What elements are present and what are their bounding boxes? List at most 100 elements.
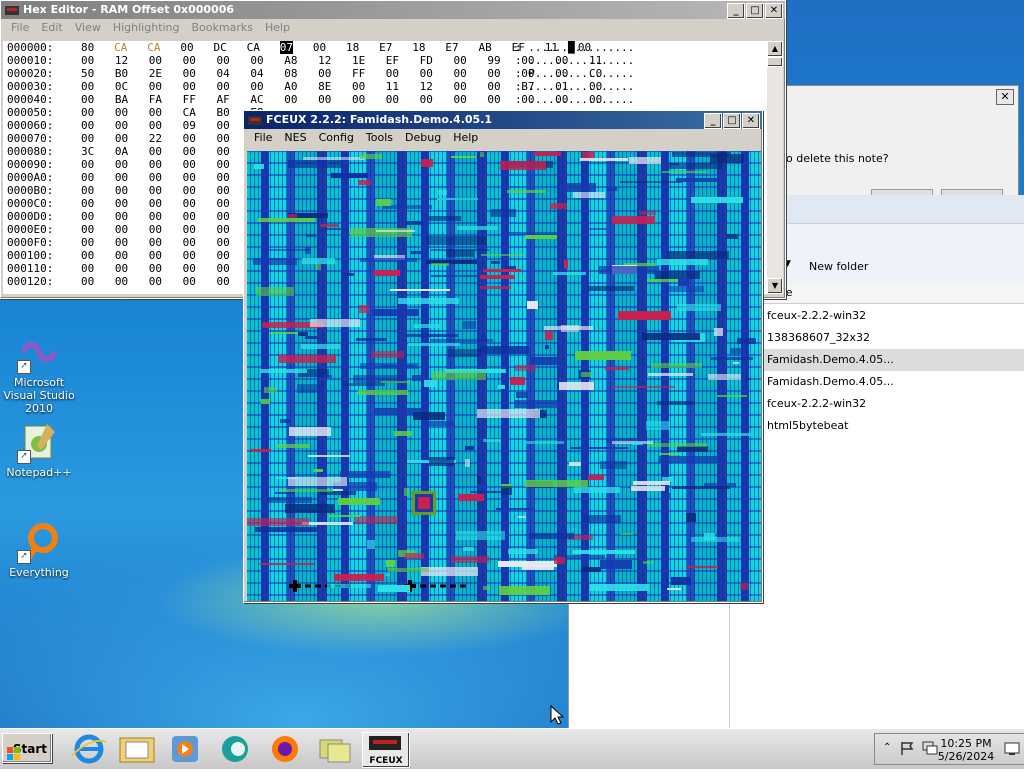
hex-bytes[interactable]: 80 CA CA 00 DC CA 07 00 18 E7 18 E7 AB E… [71,41,591,54]
hex-scrollbar[interactable]: ▲ ▼ [767,41,783,294]
hex-ascii[interactable]: : ................ [515,54,634,67]
list-item[interactable]: html5bytebeat [729,415,1024,437]
folders-icon[interactable] [314,732,356,766]
hex-row[interactable]: 000040: 00 BA FA FF AF AC 00 00 00 00 00 … [3,93,767,106]
hex-bytes[interactable]: 00 00 00 00 00 00 [71,223,264,236]
hex-byte[interactable]: CA [247,41,260,54]
glitch-tile [559,382,594,390]
hex-bytes[interactable]: 00 00 00 00 00 00 [71,262,264,275]
hex-address: 000070: [7,132,54,145]
hex-byte[interactable]: 00 [180,41,193,54]
close-button[interactable]: ✕ [742,113,760,129]
hex-byte[interactable]: DC [214,41,227,54]
dialog-close-button[interactable]: ✕ [996,89,1014,105]
hex-byte[interactable]: 00 [313,41,326,54]
scroll-up-icon[interactable]: ▲ [767,41,783,57]
hex-row[interactable]: 000030: 00 0C 00 00 00 00 A0 8E 00 11 12 … [3,80,767,93]
scroll-thumb[interactable] [767,57,783,67]
maximize-button[interactable]: □ [723,113,741,129]
hex-byte[interactable]: AB [479,41,492,54]
menu-highlighting[interactable]: Highlighting [107,19,186,37]
hex-ascii[interactable]: : P............... [515,67,634,80]
glitch-tile [458,494,484,501]
list-item[interactable]: 138368607_32x32 [729,327,1024,349]
fceux-taskbar-button[interactable]: FCEUX [362,732,410,768]
hex-bytes[interactable]: 00 00 00 00 00 00 [71,197,264,210]
list-item-selected[interactable]: Famidash.Demo.4.05... [729,349,1024,371]
list-item[interactable]: fceux-2.2.2-win32 [729,305,1024,327]
hex-editor-titlebar[interactable]: Hex Editor - RAM Offset 0x000006 _ □ ✕ [1,1,785,19]
glitch-tile [717,395,747,397]
hex-byte[interactable]: E7 [445,41,458,54]
menu-tools[interactable]: Tools [360,129,399,147]
hex-bytes[interactable]: 00 00 00 00 00 00 [71,158,264,171]
menu-config[interactable]: Config [313,129,360,147]
close-button[interactable]: ✕ [765,3,783,19]
fceux-titlebar[interactable]: FCEUX 2.2.2: Famidash.Demo.4.05.1 _ □ ✕ [244,111,762,129]
desktop-icon-everything[interactable]: ➚ Everything [2,520,76,579]
firefox-icon[interactable] [264,732,306,766]
glitch-tile [253,258,297,265]
glitch-tile [414,324,440,328]
fceux-icon [4,3,20,17]
menu-bookmarks[interactable]: Bookmarks [186,19,259,37]
show-desktop-icon[interactable] [1004,742,1020,759]
hex-byte[interactable]: E7 [379,41,392,54]
menu-help[interactable]: Help [447,129,484,147]
menu-nes[interactable]: NES [278,129,312,147]
menu-edit[interactable]: Edit [35,19,68,37]
menu-help[interactable]: Help [259,19,296,37]
hex-bytes[interactable]: 00 00 00 00 00 00 [71,275,264,288]
glitch-tile [582,515,621,523]
hex-ascii[interactable]: : ................ [515,93,634,106]
hex-row[interactable]: 000010: 00 12 00 00 00 00 A8 12 1E EF FD … [3,54,767,67]
hex-address: 0000D0: [7,210,54,223]
hex-bytes[interactable]: 00 00 00 00 00 00 [71,171,264,184]
maximize-button[interactable]: □ [746,3,764,19]
hex-bytes[interactable]: 00 00 00 00 00 00 [71,236,264,249]
hex-byte[interactable]: CA [114,41,127,54]
scroll-down-icon[interactable]: ▼ [767,278,783,294]
game-screen[interactable] [247,151,761,601]
menu-debug[interactable]: Debug [399,129,447,147]
internet-explorer-icon[interactable] [68,732,110,766]
hex-ascii[interactable]: : ................ [515,80,634,93]
minimize-button[interactable]: _ [704,113,722,129]
hex-bytes[interactable]: 00 00 00 09 00 63 [71,119,264,132]
hex-byte[interactable]: 18 [346,41,359,54]
show-hidden-icons-icon[interactable]: ⌃ [883,742,891,753]
media-player-icon[interactable] [164,732,206,766]
file-explorer-icon[interactable] [116,732,158,766]
new-folder-button[interactable]: New folder [809,260,868,273]
hex-byte[interactable]: 18 [412,41,425,54]
start-button[interactable]: Start [2,733,52,763]
hex-bytes[interactable]: 3C 0A 00 00 00 22 [71,145,264,158]
hex-row[interactable]: 000000: 80 CA CA 00 DC CA 07 00 18 E7 18 … [3,41,767,54]
action-center-flag-icon[interactable] [899,740,915,759]
hex-ascii[interactable]: : ......█......... [515,41,634,54]
hex-bytes[interactable]: 00 00 22 00 00 22 [71,132,264,145]
menu-file[interactable]: File [5,19,35,37]
desktop-icon-visual-studio[interactable]: ➚ Microsoft Visual Studio 2010 [2,330,76,415]
clock[interactable]: 10:25 PM 5/26/2024 [936,737,996,763]
glitch-tile [297,384,324,393]
desktop-icon-notepad-plus-plus[interactable]: ➚ Notepad++ [2,420,76,479]
hex-byte[interactable]: 07 [279,41,293,54]
hex-bytes[interactable]: 00 00 00 00 00 00 [71,184,264,197]
minimize-button[interactable]: _ [727,3,745,19]
glitch-tile [574,487,620,493]
glitch-tile [308,455,350,457]
browser-icon[interactable] [214,732,256,766]
hex-bytes[interactable]: 00 00 00 00 00 00 [71,249,264,262]
menu-file[interactable]: File [248,129,278,147]
taskbar: Start FCEUX ⌃ 10:25 PM 5/26/2024 [0,728,1024,769]
hex-byte[interactable]: CA [147,41,160,54]
hex-bytes[interactable]: 00 00 00 00 00 00 [71,210,264,223]
list-item[interactable]: fceux-2.2.2-win32 [729,393,1024,415]
hex-byte[interactable]: 80 [81,41,94,54]
hex-row[interactable]: 000020: 50 B0 2E 00 04 04 08 00 FF 00 00 … [3,67,767,80]
glitch-tile [530,357,561,365]
hex-bytes[interactable]: 00 00 00 CA B0 E8 [71,106,264,119]
menu-view[interactable]: View [69,19,107,37]
list-item[interactable]: Famidash.Demo.4.05... [729,371,1024,393]
